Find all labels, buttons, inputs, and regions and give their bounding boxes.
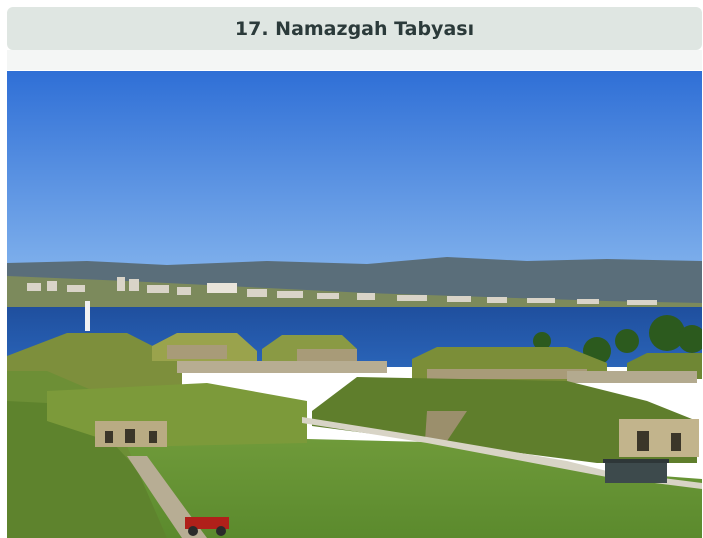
glass-shelter	[605, 461, 667, 483]
fortress-photo	[7, 71, 702, 538]
spacer	[7, 50, 702, 70]
heading-bar: 17. Namazgah Tabyası	[7, 7, 702, 50]
casemate-right	[619, 419, 699, 457]
page-title: 17. Namazgah Tabyası	[234, 17, 475, 40]
lighthouse	[85, 301, 90, 331]
sky	[7, 71, 702, 271]
stone-wall	[177, 361, 387, 373]
